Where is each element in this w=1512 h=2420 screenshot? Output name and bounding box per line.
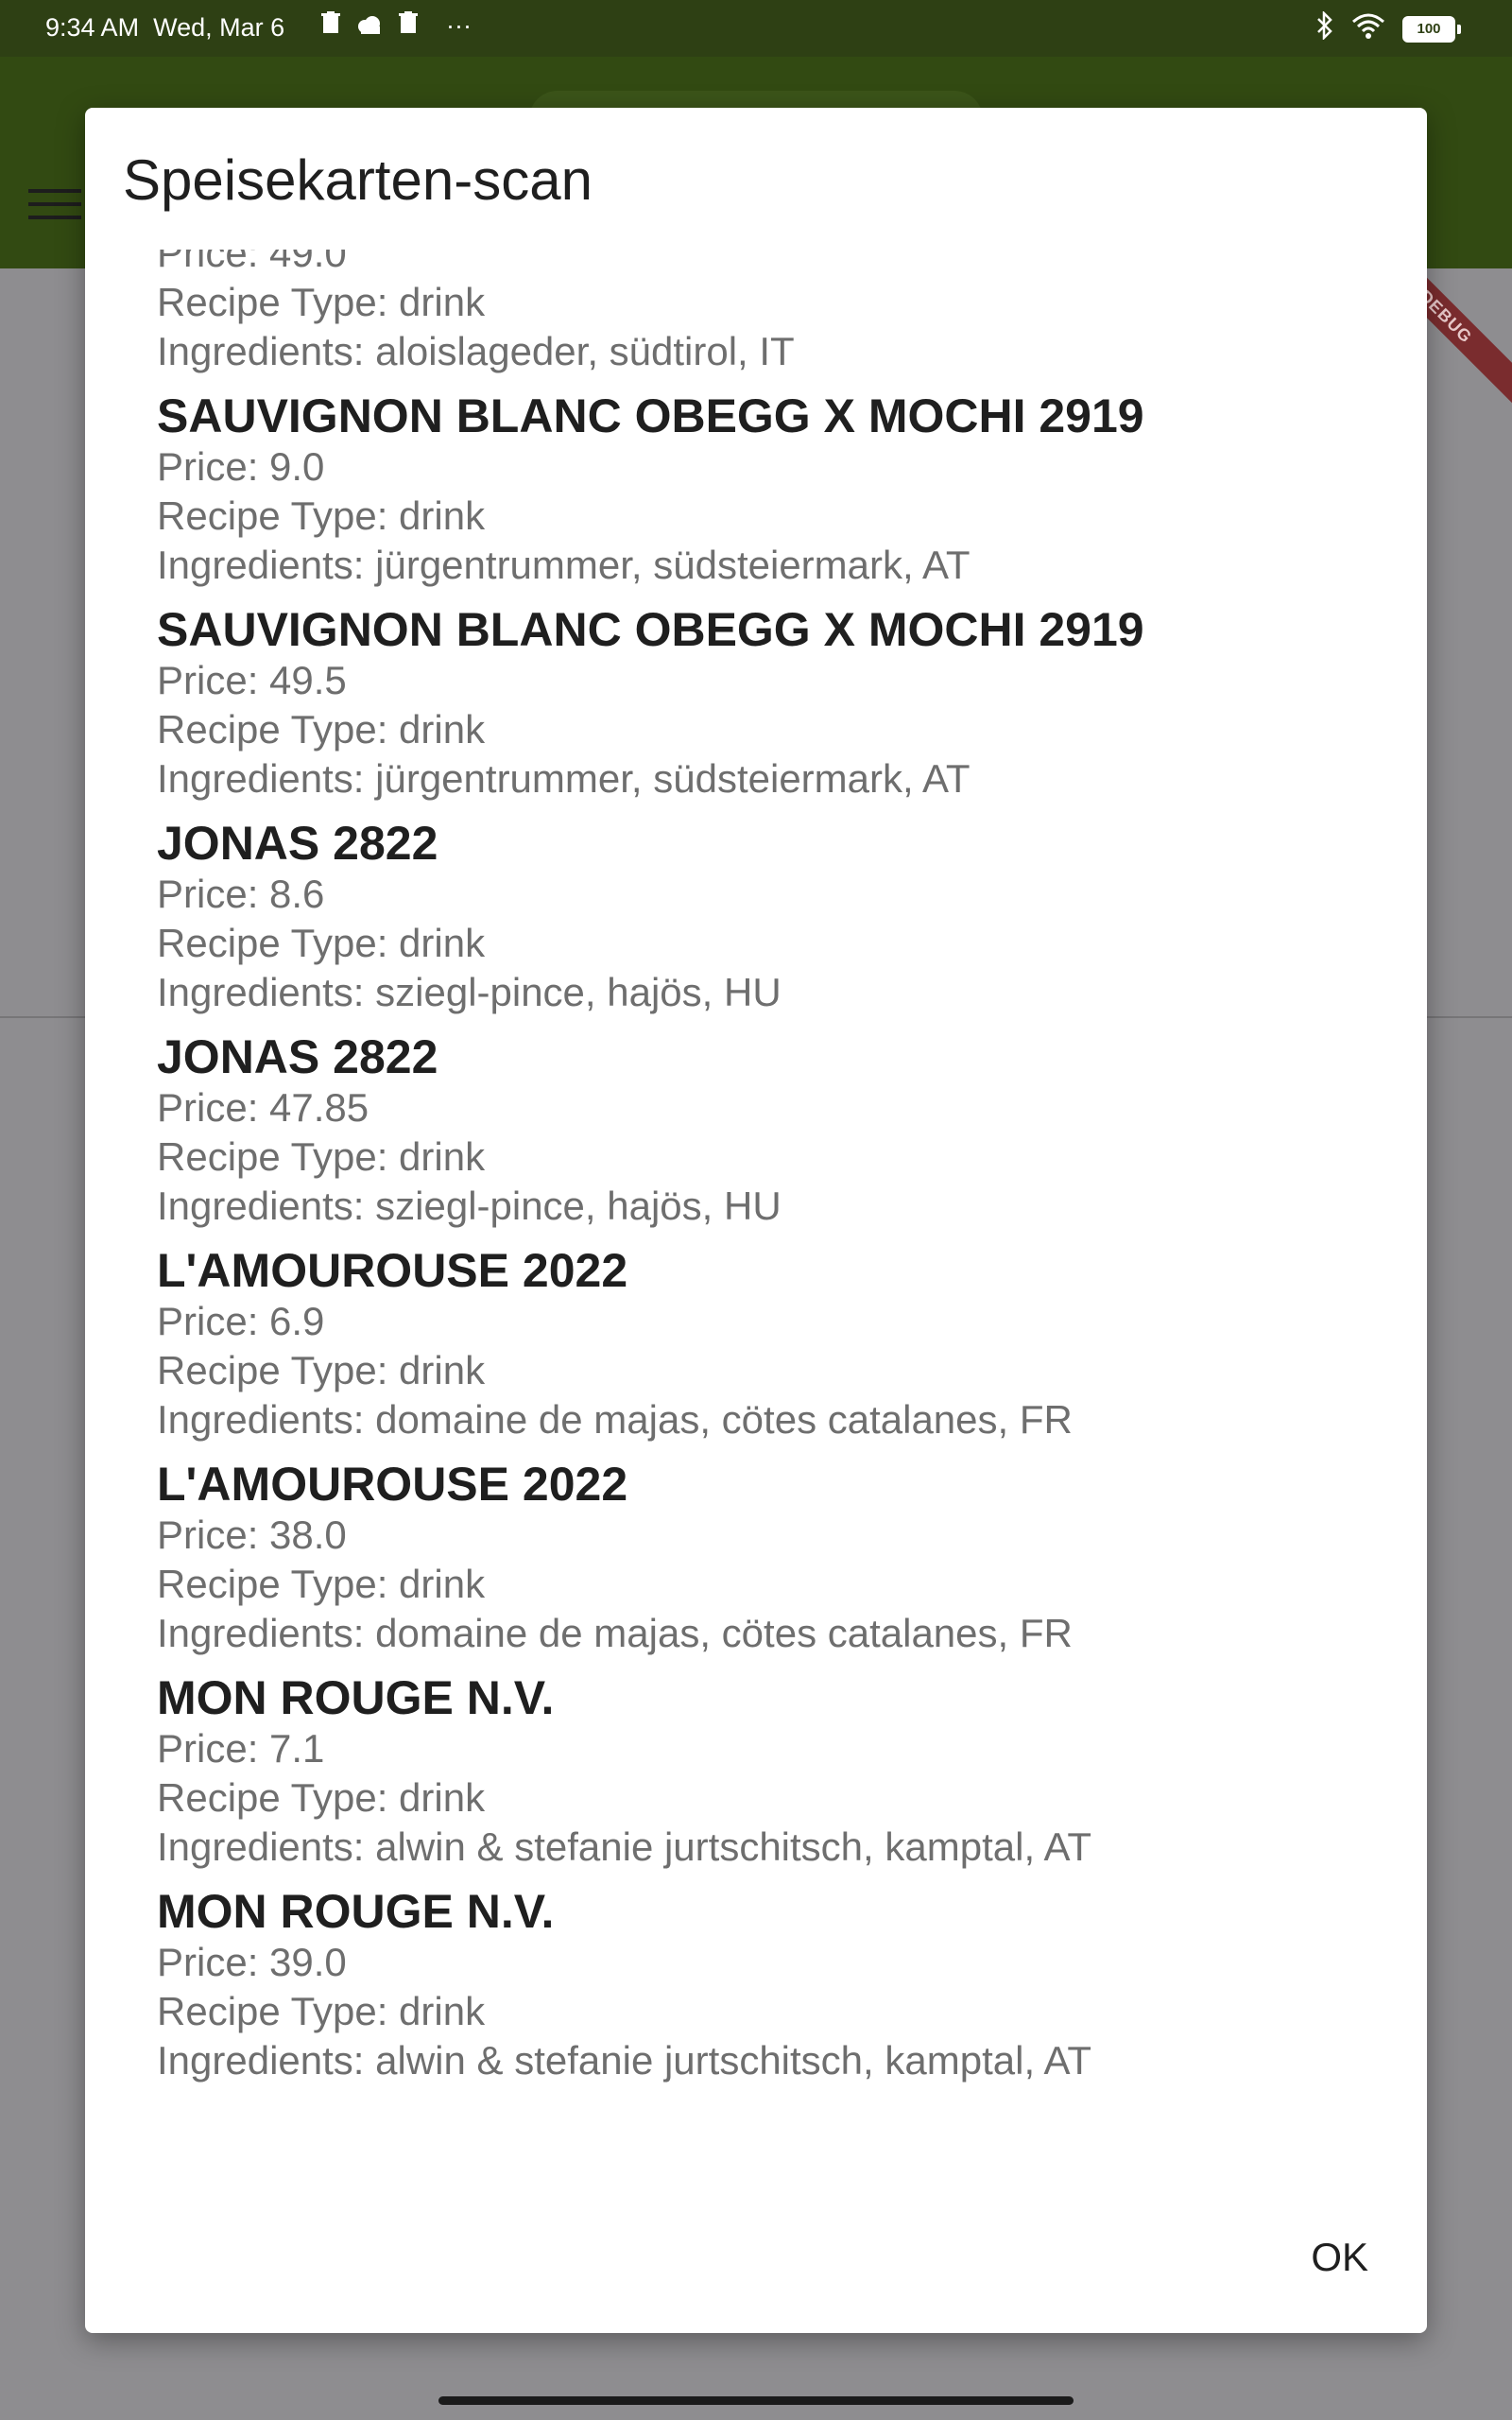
status-time: 9:34 AM Wed, Mar 6 — [45, 13, 284, 43]
gesture-nav-handle[interactable] — [438, 2396, 1074, 2405]
item-ingredients: Ingredients: domaine de majas, cötes cat… — [157, 1611, 1073, 1655]
item-recipe-type: Recipe Type: drink — [157, 921, 486, 965]
item-price: Price: 7.1 — [157, 1726, 325, 1771]
bluetooth-icon — [1315, 9, 1334, 46]
menu-scan-dialog: Speisekarten-scan Price: 49.0 Recipe Typ… — [85, 108, 1427, 2333]
status-bar: 9:34 AM Wed, Mar 6 ··· 100 — [0, 0, 1512, 57]
item-ingredients: Ingredients: alwin & stefanie jurtschits… — [157, 1824, 1092, 1869]
item-price: Price: 6.9 — [157, 1299, 325, 1343]
battery-level: 100 — [1402, 15, 1455, 43]
trash-icon — [399, 11, 418, 41]
item-price: Price: 9.0 — [157, 444, 325, 489]
item-name: SAUVIGNON BLANC OBEGG X MOCHI 2919 — [157, 603, 1144, 656]
cloud-icon — [355, 11, 384, 41]
list-item: SAUVIGNON BLANC OBEGG X MOCHI 2919 Price… — [157, 389, 1385, 590]
item-name: JONAS 2822 — [157, 817, 438, 870]
item-price: Price: 47.85 — [157, 1085, 369, 1130]
notification-icons: ··· — [321, 11, 472, 41]
item-price: Price: 38.0 — [157, 1512, 347, 1557]
item-name: JONAS 2822 — [157, 1030, 438, 1083]
item-recipe-type: Recipe Type: drink — [157, 493, 486, 538]
dialog-title: Speisekarten-scan — [123, 148, 593, 212]
item-price: Price: 49.5 — [157, 658, 347, 702]
list-item: SAUVIGNON BLANC OBEGG X MOCHI 2919 Price… — [157, 603, 1385, 804]
list-item: MON ROUGE N.V. Price: 7.1 Recipe Type: d… — [157, 1671, 1385, 1872]
wifi-icon — [1351, 12, 1385, 45]
item-ingredients: Ingredients: aloislageder, südtirol, IT — [157, 329, 795, 373]
list-item: L'AMOUROUSE 2022 Price: 6.9 Recipe Type:… — [157, 1244, 1385, 1444]
system-icons: 100 — [1315, 9, 1461, 46]
status-date: Wed, Mar 6 — [153, 13, 285, 42]
item-name: SAUVIGNON BLANC OBEGG X MOCHI 2919 — [157, 389, 1144, 442]
item-ingredients: Ingredients: alwin & stefanie jurtschits… — [157, 2038, 1092, 2083]
item-price: Price: 49.0 — [157, 250, 347, 275]
item-recipe-type: Recipe Type: drink — [157, 1775, 486, 1820]
item-ingredients: Ingredients: sziegl-pince, hajös, HU — [157, 1184, 782, 1228]
item-name: L'AMOUROUSE 2022 — [157, 1458, 628, 1511]
menu-item-list: Price: 49.0 Recipe Type: drink Ingredien… — [157, 250, 1385, 2099]
list-item: JONAS 2822 Price: 47.85 Recipe Type: dri… — [157, 1030, 1385, 1231]
more-notifications: ··· — [446, 11, 472, 40]
item-ingredients: Ingredients: domaine de majas, cötes cat… — [157, 1397, 1073, 1442]
trash-icon — [321, 11, 340, 41]
item-name: L'AMOUROUSE 2022 — [157, 1244, 628, 1297]
hamburger-menu-icon[interactable] — [28, 189, 81, 219]
item-ingredients: Ingredients: sziegl-pince, hajös, HU — [157, 970, 782, 1014]
item-recipe-type: Recipe Type: drink — [157, 707, 486, 752]
item-recipe-type: Recipe Type: drink — [157, 1348, 486, 1392]
item-recipe-type: Recipe Type: drink — [157, 1134, 486, 1179]
item-name: MON ROUGE N.V. — [157, 1885, 555, 1938]
item-ingredients: Ingredients: jürgentrummer, südsteiermar… — [157, 543, 971, 587]
battery-icon: 100 — [1402, 15, 1461, 43]
item-price: Price: 39.0 — [157, 1940, 347, 1984]
list-item: JONAS 2822 Price: 8.6 Recipe Type: drink… — [157, 817, 1385, 1017]
item-recipe-type: Recipe Type: drink — [157, 280, 486, 324]
item-name: MON ROUGE N.V. — [157, 1671, 555, 1724]
item-price: Price: 8.6 — [157, 872, 325, 916]
ok-button[interactable]: OK — [1305, 2225, 1374, 2290]
list-item: MON ROUGE N.V. Price: 39.0 Recipe Type: … — [157, 1885, 1385, 2085]
dialog-scroll-area[interactable]: Price: 49.0 Recipe Type: drink Ingredien… — [85, 250, 1427, 2235]
status-clock: 9:34 AM — [45, 13, 140, 42]
list-item-partial: Price: 49.0 Recipe Type: drink Ingredien… — [157, 250, 1385, 376]
item-recipe-type: Recipe Type: drink — [157, 1562, 486, 1606]
item-recipe-type: Recipe Type: drink — [157, 1989, 486, 2033]
list-item: L'AMOUROUSE 2022 Price: 38.0 Recipe Type… — [157, 1458, 1385, 1658]
item-ingredients: Ingredients: jürgentrummer, südsteiermar… — [157, 756, 971, 801]
